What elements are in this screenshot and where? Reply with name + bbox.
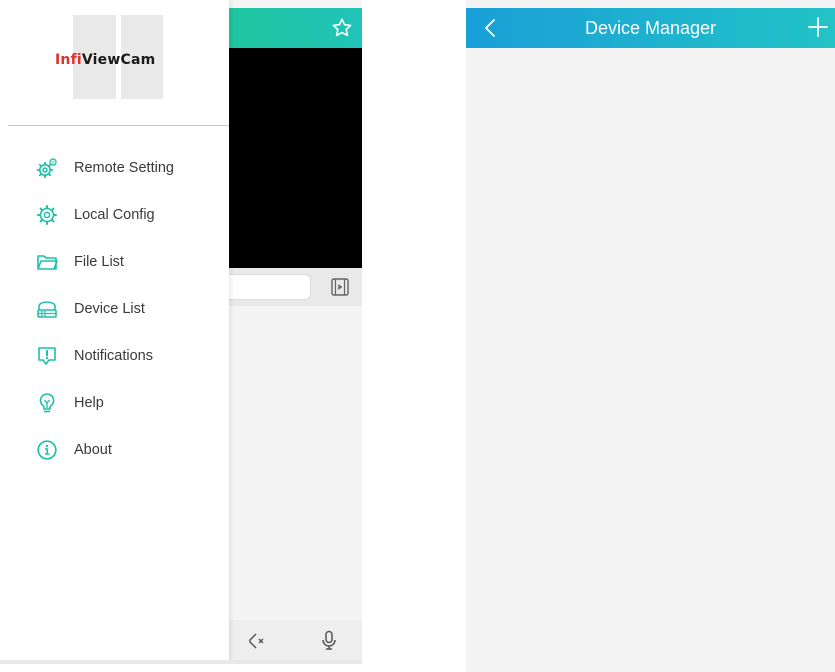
page-title: Device Manager [584,18,717,38]
menu-item-help[interactable]: Help [36,386,226,420]
logo-text-infi: Infi [55,52,82,68]
device-manager-header: Device Manager [466,8,835,48]
info-icon [36,439,58,461]
live-view-header [229,8,362,48]
device-manager-screen: Device Manager [466,0,835,672]
drawer-divider [8,125,229,126]
menu-label-local-config: Local Config [74,207,155,223]
screen-bottom-edge [0,660,362,664]
device-icon [36,298,58,320]
app-logo-text: InfiViewCam [55,52,155,68]
bulb-icon [36,392,58,414]
menu-label-remote-setting: Remote Setting [74,160,174,176]
menu-item-about[interactable]: About [36,433,226,467]
menu-label-notifications: Notifications [74,348,153,364]
video-file-icon[interactable] [330,277,350,297]
menu-item-file-list[interactable]: File List [36,245,226,279]
menu-item-local-config[interactable]: Local Config [36,198,226,232]
live-view-screen [229,0,362,660]
notification-icon [36,345,58,367]
timeline-field[interactable] [229,274,311,300]
menu-item-notifications[interactable]: Notifications [36,339,226,373]
folder-icon [36,251,58,273]
menu-label-about: About [74,442,112,458]
left-screen: InfiViewCam Remote Setting Local Config … [0,0,362,660]
gear-icon [36,204,58,226]
menu-item-remote-setting[interactable]: Remote Setting [36,151,226,185]
remote-setting-icon [36,157,58,179]
menu-label-help: Help [74,395,104,411]
navigation-drawer: InfiViewCam Remote Setting Local Config … [0,0,229,660]
microphone-icon[interactable] [318,629,340,651]
video-player[interactable] [229,48,362,268]
audio-controls-bar [229,620,362,660]
menu-item-device-list[interactable]: Device List [36,292,226,326]
menu-label-file-list: File List [74,254,124,270]
logo-text-viewcam: ViewCam [81,52,156,68]
plus-icon[interactable] [807,16,829,38]
star-icon[interactable] [330,16,354,40]
menu-label-device-list: Device List [74,301,145,317]
live-view-content [229,306,362,620]
control-strip [229,268,362,306]
speaker-mute-icon[interactable] [245,630,267,652]
